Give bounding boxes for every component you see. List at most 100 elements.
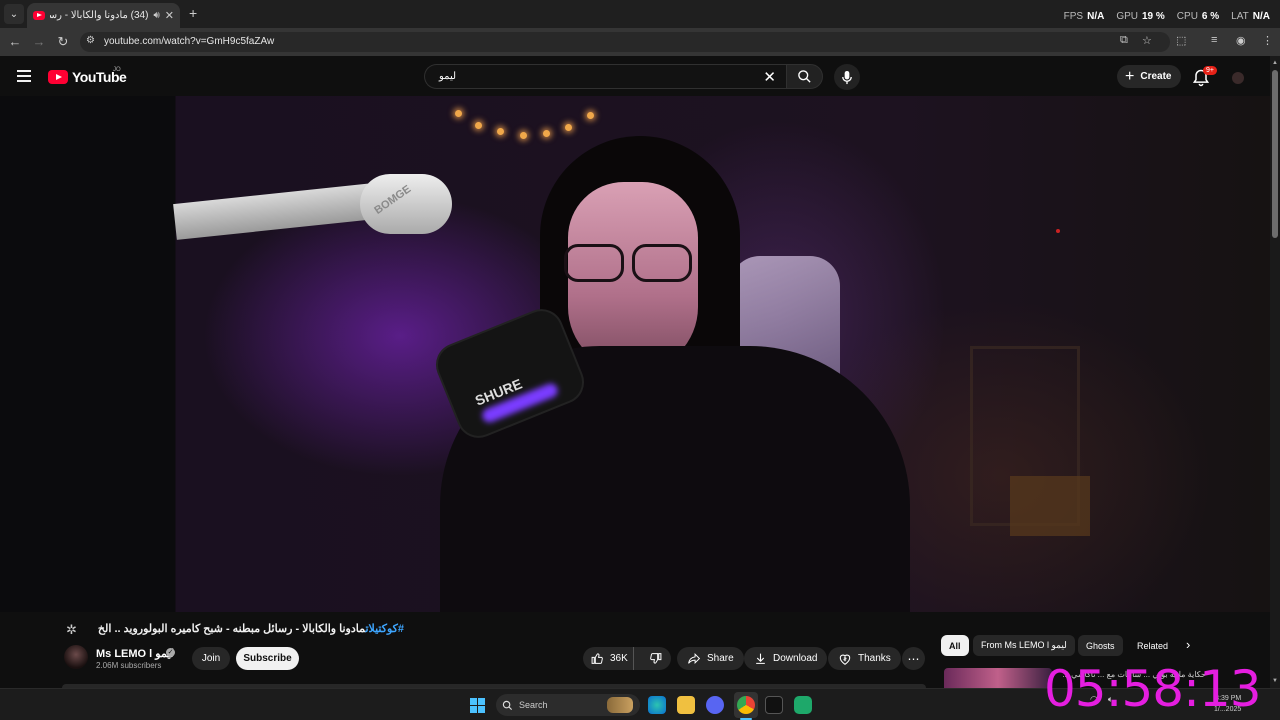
- like-dislike-group: 36K: [583, 647, 671, 670]
- scroll-down-arrow-icon[interactable]: ▼: [1272, 678, 1278, 684]
- scroll-up-arrow-icon[interactable]: ▲: [1272, 60, 1278, 66]
- string-light: [455, 110, 462, 117]
- url-text[interactable]: youtube.com/watch?v=GmH9c5faZAw: [104, 36, 274, 47]
- performance-overlay: FPS N/A GPU 19 % CPU 6 % LAT N/A: [1064, 11, 1270, 22]
- hamburger-menu-icon[interactable]: [17, 70, 31, 82]
- loading-spinner-icon: ✲: [66, 622, 77, 637]
- more-actions-icon[interactable]: ⋯: [902, 647, 925, 670]
- search-input[interactable]: ليمو ✕: [424, 64, 786, 89]
- forward-arrow-icon[interactable]: →: [31, 34, 47, 49]
- reading-list-icon[interactable]: ≡: [1211, 34, 1217, 46]
- youtube-play-icon: [48, 70, 68, 84]
- string-light: [543, 130, 550, 137]
- discord-icon[interactable]: [706, 696, 724, 714]
- chip-from-channel[interactable]: From Ms LEMO l ليمو: [973, 635, 1075, 656]
- share-arrow-icon: [688, 652, 701, 665]
- channel-avatar[interactable]: [64, 645, 88, 669]
- video-title: #كوكتيلاتمادونا والكابالا - رسائل مبطنه …: [84, 622, 404, 635]
- taskbar-search-placeholder: Search: [519, 700, 548, 710]
- download-icon: [756, 653, 765, 664]
- share-button[interactable]: Share: [677, 647, 744, 670]
- bookmark-star-icon[interactable]: ☆: [1142, 34, 1152, 47]
- voice-search-button[interactable]: [834, 64, 860, 90]
- video-player[interactable]: BOMGE SHURE: [0, 96, 1270, 612]
- subscribe-button[interactable]: Subscribe: [236, 647, 299, 670]
- account-avatar[interactable]: [1232, 72, 1244, 84]
- file-explorer-icon[interactable]: [677, 696, 695, 714]
- like-button[interactable]: 36K: [583, 647, 634, 670]
- dislike-button[interactable]: [640, 647, 671, 670]
- perf-cpu: CPU 6 %: [1176, 11, 1220, 22]
- indicator-light: [1056, 229, 1060, 233]
- thumbs-up-icon: [591, 653, 603, 664]
- glasses: [560, 244, 700, 284]
- thanks-label: Thanks: [858, 653, 891, 664]
- channel-name[interactable]: Ms LEMO l ليمو: [96, 647, 174, 660]
- country-code: JO: [113, 67, 121, 73]
- tab-title: (34) مادونا والكابالا - رسائل ...: [50, 10, 149, 21]
- recommended-thumbnail[interactable]: [944, 668, 1052, 688]
- share-label: Share: [707, 653, 734, 664]
- site-info-icon[interactable]: ⚙: [86, 35, 95, 46]
- string-light: [497, 128, 504, 135]
- chevron-right-icon[interactable]: ›: [1186, 637, 1190, 652]
- video-dark-area: [0, 96, 175, 612]
- chip-ghosts[interactable]: Ghosts: [1078, 635, 1123, 656]
- speaker-icon[interactable]: 🔊︎: [153, 10, 159, 21]
- create-label: Create: [1140, 71, 1172, 82]
- youtube-header: YouTube JO ليمو ✕ + Create 9+: [0, 56, 1270, 96]
- perf-lat: LAT N/A: [1231, 11, 1270, 22]
- search-highlight-image: [607, 697, 633, 713]
- join-button[interactable]: Join: [192, 647, 230, 670]
- extensions-icon[interactable]: ⬚: [1176, 34, 1186, 47]
- install-app-icon[interactable]: ⧉: [1120, 34, 1128, 47]
- browser-menu-icon[interactable]: ⋮: [1262, 34, 1273, 47]
- browser-toolbar: ← → ↻ ⚙ youtube.com/watch?v=GmH9c5faZAw …: [0, 28, 1280, 56]
- clear-search-icon[interactable]: ✕: [763, 68, 776, 86]
- search-icon: [798, 70, 811, 83]
- download-button[interactable]: Download: [744, 647, 828, 670]
- terminal-icon[interactable]: [765, 696, 783, 714]
- windows-start-icon[interactable]: [470, 698, 485, 713]
- like-count: 36K: [610, 653, 628, 664]
- tab-close-icon[interactable]: ✕: [165, 9, 174, 22]
- browser-tab-bar: ⌄ (34) مادونا والكابالا - رسائل ... 🔊︎ ✕…: [0, 0, 1280, 28]
- string-light: [520, 132, 527, 139]
- string-light: [475, 122, 482, 129]
- download-label: Download: [773, 653, 818, 664]
- overlay-timer: 05:58:13: [1044, 660, 1262, 718]
- video-title-text: مادونا والكابالا - رسائل مبطنه - شبح كام…: [97, 623, 366, 635]
- tab-search-button[interactable]: ⌄: [4, 4, 24, 24]
- perf-fps: FPS N/A: [1063, 11, 1105, 22]
- taskbar-search[interactable]: Search: [496, 694, 640, 716]
- create-button[interactable]: + Create: [1117, 65, 1182, 88]
- browser-tab-active[interactable]: (34) مادونا والكابالا - رسائل ... 🔊︎ ✕: [27, 3, 180, 28]
- page-scrollbar[interactable]: [1270, 56, 1280, 688]
- plus-icon: +: [1125, 67, 1135, 85]
- address-bar[interactable]: ⚙ youtube.com/watch?v=GmH9c5faZAw: [80, 32, 1170, 52]
- thumbs-down-icon: [649, 653, 662, 664]
- scrollbar-thumb[interactable]: [1272, 70, 1278, 238]
- reload-icon[interactable]: ↻: [55, 34, 71, 50]
- chrome-icon[interactable]: [737, 696, 755, 714]
- search-button[interactable]: [786, 64, 823, 89]
- back-arrow-icon[interactable]: ←: [7, 34, 23, 49]
- perf-gpu: GPU 19 %: [1116, 11, 1165, 22]
- string-light: [565, 124, 572, 131]
- new-tab-button[interactable]: +: [189, 5, 197, 21]
- verified-check-icon: ✓: [166, 648, 175, 657]
- profile-icon[interactable]: ◉: [1236, 34, 1246, 47]
- youtube-favicon-icon: [33, 11, 45, 20]
- string-light: [587, 112, 594, 119]
- notification-badge: 9+: [1203, 66, 1217, 75]
- thanks-button[interactable]: Thanks: [828, 647, 901, 670]
- edge-browser-icon[interactable]: [648, 696, 666, 714]
- app-icon[interactable]: [794, 696, 812, 714]
- search-value[interactable]: ليمو: [439, 71, 456, 82]
- microphone-icon: [842, 70, 852, 84]
- chip-related[interactable]: Related: [1129, 635, 1176, 656]
- hashtag-link[interactable]: #كوكتيلات: [365, 623, 404, 635]
- subscriber-count: 2.06M subscribers: [96, 661, 162, 670]
- chip-all[interactable]: All: [941, 635, 969, 656]
- search-icon: [502, 700, 513, 710]
